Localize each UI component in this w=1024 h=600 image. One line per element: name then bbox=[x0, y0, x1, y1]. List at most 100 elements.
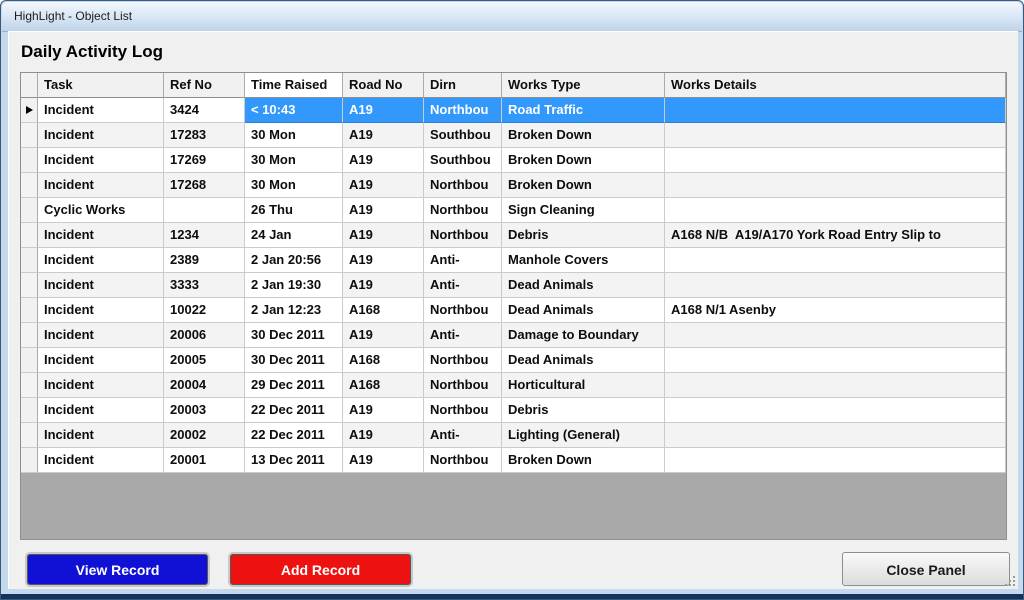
cell-works-details bbox=[665, 198, 1006, 223]
cell-ref-no: 20006 bbox=[164, 323, 245, 348]
table-row[interactable]: Incident 20004 29 Dec 2011 A168 Northbou… bbox=[21, 373, 1006, 398]
table-row[interactable]: Incident 10022 2 Jan 12:23 A168 Northbou… bbox=[21, 298, 1006, 323]
cell-road-no: A19 bbox=[343, 223, 424, 248]
cell-works-type: Broken Down bbox=[502, 148, 665, 173]
row-selector-cell bbox=[21, 223, 38, 248]
cell-works-type: Road Traffic bbox=[502, 98, 665, 123]
cell-task: Incident bbox=[38, 323, 164, 348]
table-row[interactable]: Incident 20003 22 Dec 2011 A19 Northbou … bbox=[21, 398, 1006, 423]
cell-works-type: Lighting (General) bbox=[502, 423, 665, 448]
cell-ref-no: 17268 bbox=[164, 173, 245, 198]
cell-road-no: A168 bbox=[343, 373, 424, 398]
cell-ref-no: 10022 bbox=[164, 298, 245, 323]
cell-works-details: A168 N/B A19/A170 York Road Entry Slip t… bbox=[665, 223, 1006, 248]
cell-road-no: A168 bbox=[343, 348, 424, 373]
table-row[interactable]: Incident 3333 2 Jan 19:30 A19 Anti- Dead… bbox=[21, 273, 1006, 298]
table-row[interactable]: Incident 1234 24 Jan A19 Northbou Debris… bbox=[21, 223, 1006, 248]
column-header-ref-no[interactable]: Ref No bbox=[164, 73, 245, 98]
cell-road-no: A19 bbox=[343, 173, 424, 198]
cell-time-raised: 30 Mon bbox=[245, 148, 343, 173]
cell-works-type: Dead Animals bbox=[502, 273, 665, 298]
table-row[interactable]: Incident 3424 < 10:43 A19 Northbou Road … bbox=[21, 98, 1006, 123]
add-record-button[interactable]: Add Record bbox=[230, 554, 411, 585]
cell-task: Incident bbox=[38, 398, 164, 423]
cell-task: Incident bbox=[38, 448, 164, 473]
cell-works-type: Broken Down bbox=[502, 448, 665, 473]
row-selector-cell bbox=[21, 398, 38, 423]
cell-time-raised: 30 Mon bbox=[245, 123, 343, 148]
cell-works-details bbox=[665, 448, 1006, 473]
row-selector-cell bbox=[21, 323, 38, 348]
cell-road-no: A19 bbox=[343, 448, 424, 473]
row-selector-cell bbox=[21, 298, 38, 323]
cell-works-details bbox=[665, 248, 1006, 273]
cell-ref-no: 1234 bbox=[164, 223, 245, 248]
column-header-works-type[interactable]: Works Type bbox=[502, 73, 665, 98]
cell-dirn: Northbou bbox=[424, 398, 502, 423]
column-header-road-no[interactable]: Road No bbox=[343, 73, 424, 98]
cell-road-no: A168 bbox=[343, 298, 424, 323]
cell-dirn: Northbou bbox=[424, 173, 502, 198]
table-row[interactable]: Incident 20005 30 Dec 2011 A168 Northbou… bbox=[21, 348, 1006, 373]
cell-task: Incident bbox=[38, 173, 164, 198]
row-selector-cell bbox=[21, 373, 38, 398]
cell-works-type: Broken Down bbox=[502, 123, 665, 148]
table-row[interactable]: Incident 2389 2 Jan 20:56 A19 Anti- Manh… bbox=[21, 248, 1006, 273]
panel-content: Daily Activity Log Task Ref No Time Rais… bbox=[8, 31, 1018, 589]
cell-works-details bbox=[665, 123, 1006, 148]
cell-time-raised: 22 Dec 2011 bbox=[245, 398, 343, 423]
cell-works-type: Broken Down bbox=[502, 173, 665, 198]
cell-dirn: Anti- bbox=[424, 323, 502, 348]
cell-ref-no: 17269 bbox=[164, 148, 245, 173]
table-row[interactable]: Incident 20006 30 Dec 2011 A19 Anti- Dam… bbox=[21, 323, 1006, 348]
cell-ref-no: 20002 bbox=[164, 423, 245, 448]
resize-grip-icon[interactable] bbox=[1005, 576, 1015, 586]
cell-time-raised: 29 Dec 2011 bbox=[245, 373, 343, 398]
window-bottom-border bbox=[1, 594, 1023, 599]
cell-dirn: Anti- bbox=[424, 423, 502, 448]
cell-works-details bbox=[665, 98, 1006, 123]
table-row[interactable]: Incident 20002 22 Dec 2011 A19 Anti- Lig… bbox=[21, 423, 1006, 448]
table-row[interactable]: Incident 17283 30 Mon A19 Southbou Broke… bbox=[21, 123, 1006, 148]
column-header-works-details[interactable]: Works Details bbox=[665, 73, 1006, 98]
column-header-time-raised[interactable]: Time Raised bbox=[245, 73, 343, 98]
cell-ref-no: 17283 bbox=[164, 123, 245, 148]
cell-ref-no: 20004 bbox=[164, 373, 245, 398]
daily-activity-grid: Task Ref No Time Raised Road No Dirn Wor… bbox=[20, 72, 1007, 540]
cell-task: Incident bbox=[38, 148, 164, 173]
view-record-button[interactable]: View Record bbox=[27, 554, 208, 585]
row-selector-cell bbox=[21, 98, 38, 123]
grid-header-row: Task Ref No Time Raised Road No Dirn Wor… bbox=[21, 73, 1006, 98]
close-panel-button[interactable]: Close Panel bbox=[842, 552, 1010, 586]
cell-works-details bbox=[665, 373, 1006, 398]
cell-task: Incident bbox=[38, 223, 164, 248]
cell-ref-no: 20001 bbox=[164, 448, 245, 473]
cell-task: Incident bbox=[38, 423, 164, 448]
cell-time-raised: 30 Dec 2011 bbox=[245, 348, 343, 373]
table-row[interactable]: Incident 17269 30 Mon A19 Southbou Broke… bbox=[21, 148, 1006, 173]
cell-time-raised: 26 Thu bbox=[245, 198, 343, 223]
column-header-task[interactable]: Task bbox=[38, 73, 164, 98]
column-header-dirn[interactable]: Dirn bbox=[424, 73, 502, 98]
cell-dirn: Northbou bbox=[424, 348, 502, 373]
cell-road-no: A19 bbox=[343, 323, 424, 348]
cell-dirn: Northbou bbox=[424, 98, 502, 123]
cell-time-raised: 22 Dec 2011 bbox=[245, 423, 343, 448]
table-row[interactable]: Cyclic Works 26 Thu A19 Northbou Sign Cl… bbox=[21, 198, 1006, 223]
cell-ref-no bbox=[164, 198, 245, 223]
cell-works-type: Dead Animals bbox=[502, 298, 665, 323]
cell-works-type: Horticultural bbox=[502, 373, 665, 398]
row-selector-cell bbox=[21, 348, 38, 373]
cell-works-details bbox=[665, 423, 1006, 448]
current-row-arrow-icon bbox=[26, 106, 33, 114]
cell-time-raised: 24 Jan bbox=[245, 223, 343, 248]
cell-works-type: Manhole Covers bbox=[502, 248, 665, 273]
window-titlebar[interactable]: HighLight - Object List bbox=[2, 2, 1022, 32]
cell-road-no: A19 bbox=[343, 423, 424, 448]
table-row[interactable]: Incident 17268 30 Mon A19 Northbou Broke… bbox=[21, 173, 1006, 198]
table-row[interactable]: Incident 20001 13 Dec 2011 A19 Northbou … bbox=[21, 448, 1006, 473]
cell-road-no: A19 bbox=[343, 273, 424, 298]
row-selector-cell bbox=[21, 148, 38, 173]
cell-time-raised: 30 Dec 2011 bbox=[245, 323, 343, 348]
cell-task: Incident bbox=[38, 248, 164, 273]
